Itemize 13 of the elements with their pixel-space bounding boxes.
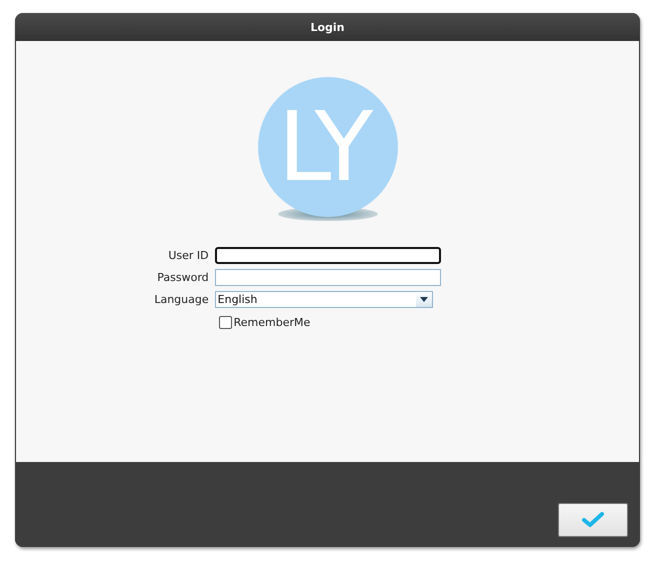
- language-dropdown[interactable]: English: [214, 291, 433, 308]
- password-field[interactable]: [214, 269, 441, 286]
- logo: LY: [258, 77, 398, 217]
- confirm-button[interactable]: [558, 503, 628, 537]
- remember-checkbox[interactable]: [218, 316, 232, 329]
- checkbox-label: RememberMe: [234, 316, 310, 329]
- checkmark-icon: [582, 512, 604, 528]
- field-label: Language: [154, 293, 209, 306]
- window-title: Login: [310, 20, 345, 34]
- user-id-field[interactable]: [214, 247, 441, 264]
- field-label: Password: [156, 271, 209, 284]
- dropdown-arrow-icon: [420, 297, 428, 302]
- field-label: User ID: [167, 249, 209, 262]
